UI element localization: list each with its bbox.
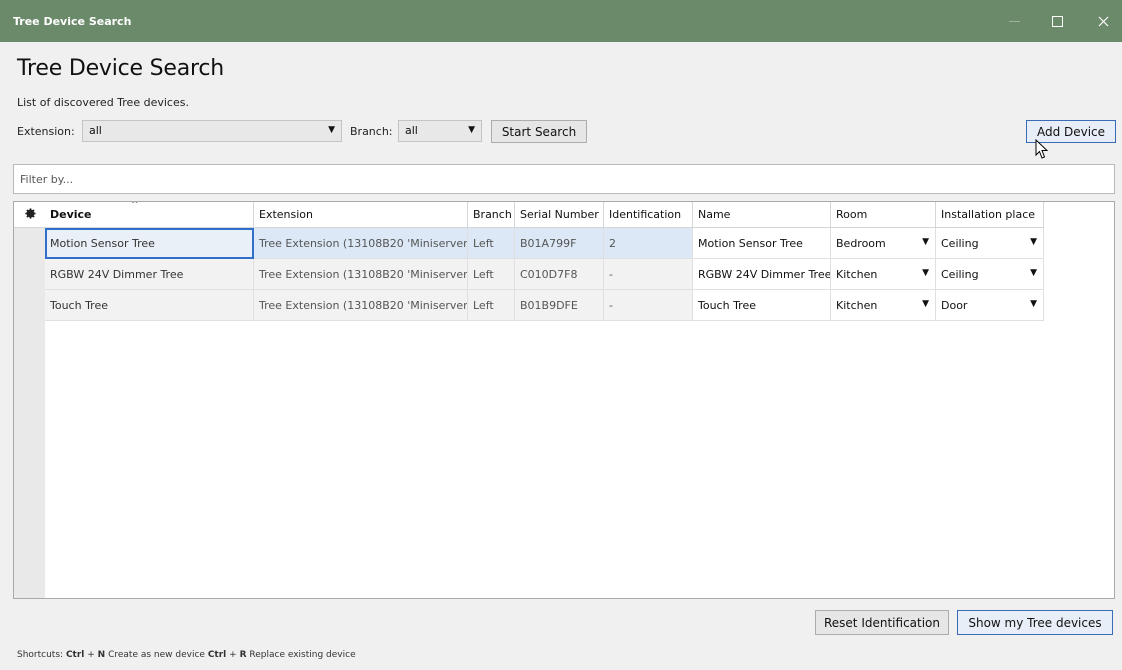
maximize-button[interactable] <box>1043 8 1071 34</box>
chevron-down-icon: ▼ <box>1030 299 1037 309</box>
branch-cell: Left <box>468 228 515 259</box>
sort-ascending-icon: ^ <box>131 201 139 210</box>
identification-cell: - <box>604 290 693 321</box>
device-cell[interactable]: RGBW 24V Dimmer Tree <box>45 259 254 290</box>
gear-icon <box>25 208 36 219</box>
extension-cell: Tree Extension (13108B20 'Miniserver') <box>254 290 468 321</box>
chevron-down-icon: ▼ <box>922 299 929 309</box>
reset-identification-button[interactable]: Reset Identification <box>815 610 949 635</box>
row-header-gutter <box>14 228 45 598</box>
name-cell[interactable]: Motion Sensor Tree <box>693 228 831 259</box>
close-button[interactable] <box>1089 8 1117 34</box>
branch-select-value: all <box>405 124 418 137</box>
room-select[interactable]: Kitchen ▼ <box>831 259 936 290</box>
close-icon <box>1098 16 1108 26</box>
column-header-installation-place[interactable]: Installation place <box>936 202 1044 228</box>
serial-number-cell: C010D7F8 <box>515 259 604 290</box>
table-row[interactable]: Motion Sensor Tree Tree Extension (13108… <box>45 228 1044 259</box>
filter-input[interactable] <box>13 164 1115 194</box>
show-my-tree-devices-button[interactable]: Show my Tree devices <box>957 610 1113 635</box>
table-row[interactable]: RGBW 24V Dimmer Tree Tree Extension (131… <box>45 259 1044 290</box>
installation-place-select[interactable]: Door ▼ <box>936 290 1044 321</box>
extension-label: Extension: <box>17 125 75 138</box>
extension-cell: Tree Extension (13108B20 'Miniserver') <box>254 259 468 290</box>
serial-number-cell: B01A799F <box>515 228 604 259</box>
identification-cell: 2 <box>604 228 693 259</box>
column-header-device[interactable]: Device ^ <box>45 202 254 228</box>
branch-cell: Left <box>468 290 515 321</box>
column-header-room[interactable]: Room <box>831 202 936 228</box>
installation-place-select[interactable]: Ceiling ▼ <box>936 259 1044 290</box>
shortcuts-hint: Shortcuts: Ctrl + N Create as new device… <box>17 650 356 660</box>
title-bar: Tree Device Search <box>0 0 1122 42</box>
extension-cell: Tree Extension (13108B20 'Miniserver') <box>254 228 468 259</box>
column-header-extension[interactable]: Extension <box>254 202 468 228</box>
column-header-serial-number[interactable]: Serial Number <box>515 202 604 228</box>
page-title: Tree Device Search <box>17 56 225 81</box>
start-search-button[interactable]: Start Search <box>491 120 587 143</box>
branch-cell: Left <box>468 259 515 290</box>
mouse-pointer-icon <box>1035 139 1049 159</box>
chevron-down-icon: ▼ <box>922 268 929 278</box>
device-table: Device ^ Extension Branch Serial Number … <box>13 201 1115 599</box>
branch-select[interactable]: all ▼ <box>398 120 482 142</box>
column-header-identification[interactable]: Identification <box>604 202 693 228</box>
column-header-name[interactable]: Name <box>693 202 831 228</box>
minimize-button[interactable] <box>1000 8 1028 34</box>
chevron-down-icon: ▼ <box>468 125 475 135</box>
device-cell[interactable]: Touch Tree <box>45 290 254 321</box>
table-row[interactable]: Touch Tree Tree Extension (13108B20 'Min… <box>45 290 1044 321</box>
identification-cell: - <box>604 259 693 290</box>
device-cell[interactable]: Motion Sensor Tree <box>45 228 254 259</box>
serial-number-cell: B01B9DFE <box>515 290 604 321</box>
chevron-down-icon: ▼ <box>922 237 929 247</box>
branch-label: Branch: <box>350 125 393 138</box>
column-settings-header[interactable] <box>14 202 45 228</box>
name-cell[interactable]: RGBW 24V Dimmer Tree <box>693 259 831 290</box>
chevron-down-icon: ▼ <box>328 125 335 135</box>
extension-select[interactable]: all ▼ <box>82 120 342 142</box>
window-title: Tree Device Search <box>13 15 132 28</box>
page-subtitle: List of discovered Tree devices. <box>17 96 189 109</box>
chevron-down-icon: ▼ <box>1030 268 1037 278</box>
installation-place-select[interactable]: Ceiling ▼ <box>936 228 1044 259</box>
room-select[interactable]: Bedroom ▼ <box>831 228 936 259</box>
extension-select-value: all <box>89 124 102 137</box>
room-select[interactable]: Kitchen ▼ <box>831 290 936 321</box>
name-cell[interactable]: Touch Tree <box>693 290 831 321</box>
column-header-branch[interactable]: Branch <box>468 202 515 228</box>
chevron-down-icon: ▼ <box>1030 237 1037 247</box>
